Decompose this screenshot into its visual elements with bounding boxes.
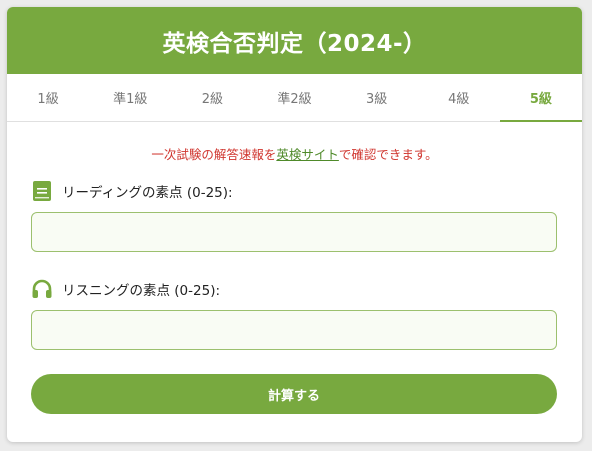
headphones-icon: [31, 278, 53, 300]
tab-grade-pre-2[interactable]: 準2級: [253, 74, 335, 121]
reading-label-text: リーディングの素点 (0-25):: [62, 185, 233, 201]
listening-label: リスニングの素点 (0-25):: [31, 278, 582, 300]
notice-text-after: で確認できます。: [338, 147, 438, 162]
eiken-site-link[interactable]: 英検サイト: [276, 147, 339, 162]
answer-notice: 一次試験の解答速報を英検サイトで確認できます。: [7, 144, 582, 162]
tab-grade-1[interactable]: 1級: [7, 74, 89, 121]
listening-score-input[interactable]: [31, 310, 557, 350]
grade-tabs: 1級 準1級 2級 準2級 3級 4級 5級: [7, 74, 582, 122]
tab-grade-3[interactable]: 3級: [336, 74, 418, 121]
tab-grade-5[interactable]: 5級: [499, 74, 582, 122]
tab-grade-4[interactable]: 4級: [418, 74, 500, 121]
calculate-button[interactable]: 計算する: [31, 374, 557, 414]
tab-grade-pre-1[interactable]: 準1級: [89, 74, 171, 121]
tab-grade-2[interactable]: 2級: [171, 74, 253, 121]
page-title: 英検合否判定（2024-）: [7, 7, 582, 74]
reading-label: リーディングの素点 (0-25):: [31, 180, 582, 202]
listening-label-text: リスニングの素点 (0-25):: [62, 283, 221, 299]
book-icon: [31, 180, 53, 202]
reading-score-input[interactable]: [31, 212, 557, 252]
judgment-card: 英検合否判定（2024-） 1級 準1級 2級 準2級 3級 4級 5級 一次試…: [7, 7, 582, 442]
notice-text-before: 一次試験の解答速報を: [151, 147, 277, 162]
